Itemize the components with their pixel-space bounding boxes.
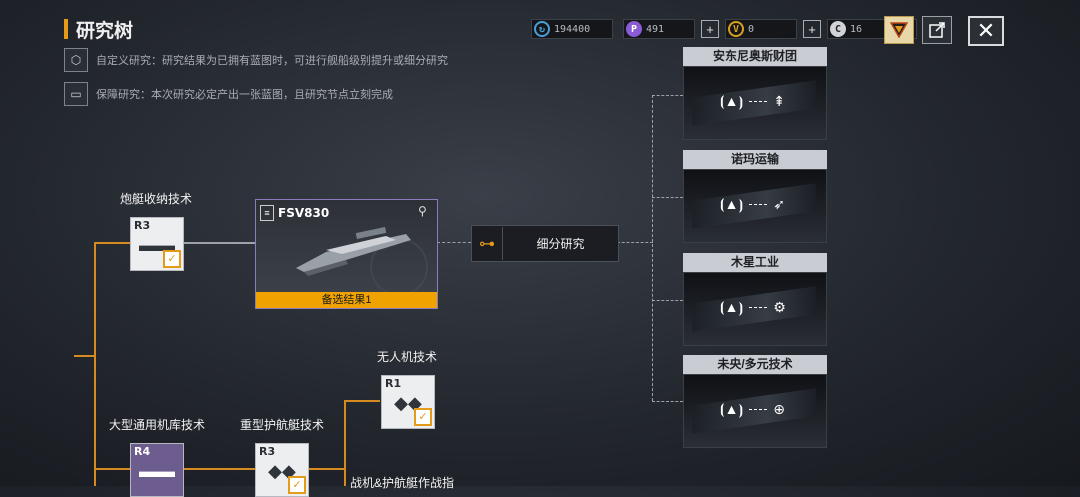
corp-body: ⦗▲⦘ ⇞ <box>683 66 827 140</box>
corp-flow: ⦗▲⦘ ⚙ <box>720 299 786 316</box>
magnify-icon[interactable]: ⚲ <box>418 204 427 218</box>
corp-body: ⦗▲⦘ ⊕ <box>683 374 827 448</box>
resource-gold: V 0 <box>725 19 797 39</box>
node-label-gunboat: 炮艇收纳技术 <box>119 192 192 206</box>
subdivision-research-label: 细分研究 <box>536 237 585 251</box>
ship-hull-icon: ⦗▲⦘ <box>720 196 744 212</box>
branch-tree-icon: ⊶ <box>472 227 503 260</box>
corp-flow: ⦗▲⦘ ⇞ <box>720 93 785 110</box>
node-label-carrier: 大型通用机库技术 <box>108 418 205 432</box>
node-label-escort: 重型护航艇技术 <box>239 418 324 432</box>
info-guaranteed-research-text: 保障研究：本次研究必定产出一张蓝图，且研究节点立刻完成 <box>96 89 393 101</box>
node-tier: R4 <box>134 445 151 458</box>
hangar-icon: ▬▬ <box>139 460 175 481</box>
corp-name: 安东尼奥斯财团 <box>683 47 827 66</box>
dashed-line-subdivision <box>437 242 471 243</box>
checkbox-icon: ✓ <box>163 250 181 268</box>
subdivision-research-button[interactable]: ⊶ 细分研究 <box>471 225 619 262</box>
corp-body: ⦗▲⦘ ➶ <box>683 169 827 243</box>
link-line-shipcard <box>183 242 255 244</box>
resource-purple: P 491 <box>623 19 695 39</box>
blueprint-icon: ▭ <box>64 82 88 106</box>
branch-line-drone <box>344 400 380 402</box>
corp-card-4[interactable]: 未央/多元技术 ⦗▲⦘ ⊕ <box>683 355 827 448</box>
info-guaranteed-research: ▭ 保障研究：本次研究必定产出一张蓝图，且研究节点立刻完成 <box>64 82 393 106</box>
resource-credits: ↻ 194400 <box>531 19 613 39</box>
sword-emblem-icon: ⇞ <box>773 93 785 109</box>
dashed-line-corp1 <box>652 95 683 96</box>
node-tier: R3 <box>259 445 276 458</box>
ship-image <box>296 226 411 276</box>
branch-line-fighter <box>308 468 344 470</box>
dashed-line-corp4 <box>652 401 683 402</box>
corp-name: 木星工业 <box>683 253 827 272</box>
page-header: 研究树 <box>64 18 134 42</box>
gem-icon: P <box>626 21 642 37</box>
dashed-line-corp3 <box>652 300 683 301</box>
node-tier: R3 <box>134 219 151 232</box>
corp-flow: ⦗▲⦘ ➶ <box>720 196 785 213</box>
cube-icon: ⬡ <box>64 48 88 72</box>
node-tier: R1 <box>385 377 402 390</box>
info-custom-research: ⬡ 自定义研究：研究结果为已拥有蓝图时，可进行舰船级别提升或细分研究 <box>64 48 448 72</box>
checkbox-icon: ✓ <box>414 408 432 426</box>
info-custom-research-text: 自定义研究：研究结果为已拥有蓝图时，可进行舰船级别提升或细分研究 <box>96 55 448 67</box>
branch-line-drone-vertical <box>344 400 346 486</box>
dashed-line-vertical <box>652 95 653 401</box>
tree-trunk-line <box>94 242 96 486</box>
corp-flow: ⦗▲⦘ ⊕ <box>720 401 785 418</box>
corp-body: ⦗▲⦘ ⚙ <box>683 272 827 346</box>
tree-node-drone[interactable]: R1 ◆◆ ✓ <box>381 375 435 429</box>
wing-emblem-icon: ➶ <box>773 196 785 212</box>
title-accent <box>64 19 68 39</box>
add-gold-button[interactable]: + <box>803 20 821 38</box>
close-icon: ✕ <box>976 18 996 43</box>
triangle-emblem-icon <box>890 22 908 38</box>
alternate-result-label: 备选结果1 <box>256 292 437 308</box>
page-title: 研究树 <box>76 20 134 42</box>
ship-hull-icon: ⦗▲⦘ <box>720 401 744 417</box>
external-link-icon <box>929 22 945 38</box>
ship-class-icon: ≡ <box>260 205 274 221</box>
branch-line-escort <box>183 468 255 470</box>
corp-name: 诺玛运输 <box>683 150 827 169</box>
v-coin-icon: V <box>728 21 744 37</box>
gear-globe-icon: ⚙ <box>773 299 786 315</box>
dashed-line-right <box>617 242 653 243</box>
branch-line-carrier <box>94 468 130 470</box>
share-button[interactable] <box>922 16 952 44</box>
corp-name: 未央/多元技术 <box>683 355 827 374</box>
resource-credits-value: 194400 <box>554 23 591 35</box>
add-purple-button[interactable]: + <box>701 20 719 38</box>
rank-emblem-button[interactable] <box>884 16 914 44</box>
ship-name: FSV830 <box>278 206 330 220</box>
ship-hull-icon: ⦗▲⦘ <box>720 299 744 315</box>
close-button[interactable]: ✕ <box>968 16 1004 46</box>
tree-node-carrier[interactable]: R4 ▬▬ <box>130 443 184 497</box>
ship-result-card[interactable]: ≡ FSV830 ⚲ 备选结果1 <box>255 199 438 309</box>
node-label-fighter: 战机&护航艇作战指 <box>350 476 455 490</box>
globe-icon: ⊕ <box>773 401 785 417</box>
corp-card-2[interactable]: 诺玛运输 ⦗▲⦘ ➶ <box>683 150 827 243</box>
corp-card-1[interactable]: 安东尼奥斯财团 ⦗▲⦘ ⇞ <box>683 47 827 140</box>
corp-card-3[interactable]: 木星工业 ⦗▲⦘ ⚙ <box>683 253 827 346</box>
branch-line-left <box>74 355 96 357</box>
refresh-coin-icon: ↻ <box>534 21 550 37</box>
node-label-drone: 无人机技术 <box>376 350 437 364</box>
resource-bar: ↻ 194400 P 491 + V 0 + C 16 <box>531 18 917 40</box>
dashed-line-corp2 <box>652 197 683 198</box>
c-coin-icon: C <box>830 21 846 37</box>
ship-hull-icon: ⦗▲⦘ <box>720 93 744 109</box>
tree-node-gunboat[interactable]: R3 ▬▬ ✓ <box>130 217 184 271</box>
checkbox-icon: ✓ <box>288 476 306 494</box>
resource-gold-value: 0 <box>748 23 755 35</box>
resource-purple-value: 491 <box>646 23 665 35</box>
tree-node-escort[interactable]: R3 ◆◆ ✓ <box>255 443 309 497</box>
branch-line-gunboat <box>94 242 130 244</box>
